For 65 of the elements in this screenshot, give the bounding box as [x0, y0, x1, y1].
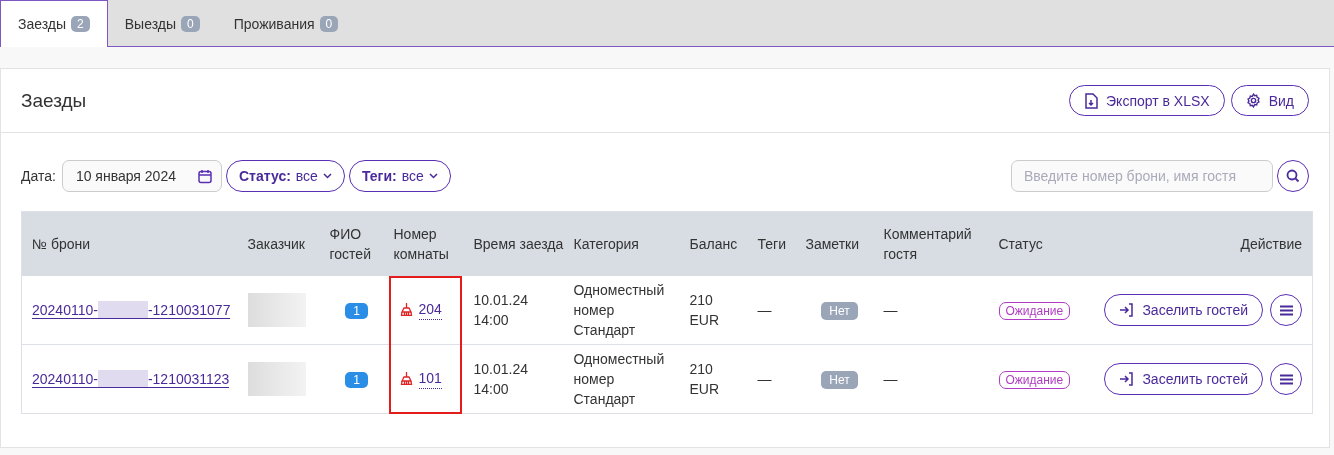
redacted-block — [97, 370, 148, 387]
column-header: Комментарий гостя — [883, 226, 972, 262]
column-header: Заказчик — [247, 236, 305, 252]
tab[interactable]: Выезды 0 — [107, 0, 217, 47]
count-badge: 0 — [181, 15, 200, 32]
notes-badge: Нет — [821, 301, 858, 320]
blurred-block — [247, 293, 306, 327]
column-header: ФИО гостей — [329, 226, 371, 262]
status-tag: Ожидание — [998, 301, 1071, 320]
balance-text: 210 EUR — [689, 360, 721, 399]
notes-badge: Нет — [821, 370, 858, 389]
view-button[interactable]: Вид — [1230, 85, 1309, 116]
status-tag: Ожидание — [998, 370, 1071, 389]
checkin-time: 10.01.24 14:00 — [473, 292, 528, 328]
menu-icon — [1279, 304, 1293, 316]
column-header: Статус — [998, 236, 1043, 252]
filter-dropdown[interactable]: Теги: все — [348, 160, 451, 192]
count-badge: 2 — [71, 16, 90, 32]
column-header: Теги — [757, 236, 786, 252]
column-header: Время заезда — [473, 236, 564, 252]
room-link[interactable]: 204 — [418, 298, 442, 320]
tab[interactable]: Заезды 2 — [0, 0, 108, 47]
menu-button[interactable] — [1270, 294, 1302, 326]
filter-dropdown[interactable]: Статус: все — [226, 160, 345, 192]
blurred-block — [247, 362, 306, 396]
tab[interactable]: Проживания 0 — [216, 0, 356, 47]
sign-in-icon — [1119, 303, 1135, 317]
panel-title: Заезды — [21, 89, 87, 112]
date-label: Дата: — [21, 168, 56, 184]
menu-button[interactable] — [1270, 363, 1302, 395]
sign-in-icon — [1119, 372, 1135, 386]
column-header: Номер комнаты — [393, 226, 449, 262]
booking-link[interactable]: 20240110- -1210031123 — [32, 371, 230, 388]
check-in-button[interactable]: Заселить гостей — [1104, 294, 1263, 326]
menu-icon — [1279, 373, 1293, 385]
column-header: № брони — [32, 236, 91, 252]
settings-icon — [1245, 93, 1261, 108]
redacted-block — [97, 301, 148, 318]
count-badge: 0 — [319, 15, 339, 32]
export-button[interactable]: Экспорт в XLSX — [1069, 85, 1225, 116]
search-icon — [1286, 169, 1300, 183]
file-download-icon — [1084, 92, 1099, 109]
column-header: Действие — [1240, 236, 1302, 252]
tags-text: — — [757, 371, 772, 387]
date-field[interactable]: 10 января 2024 — [61, 160, 222, 192]
balance-text: 210 EUR — [689, 291, 721, 330]
column-header: Категория — [573, 236, 639, 252]
tags-text: — — [757, 302, 772, 318]
calendar-icon — [198, 168, 212, 184]
comment-text: — — [883, 302, 898, 318]
search-button[interactable] — [1277, 160, 1309, 192]
room-link[interactable]: 101 — [418, 367, 442, 389]
guest-count-badge: 1 — [345, 302, 368, 319]
guest-count-badge: 1 — [345, 371, 368, 388]
column-header: Заметки — [805, 236, 860, 252]
comment-text: — — [883, 371, 898, 387]
column-header: Баланс — [689, 236, 738, 252]
category-text: Одноместный номер Стандарт — [573, 282, 665, 338]
search-field[interactable]: Введите номер брони, имя гостя — [1011, 160, 1273, 192]
booking-link[interactable]: 20240110- -1210031077 — [32, 302, 231, 319]
chevron-down-icon — [322, 173, 332, 179]
category-text: Одноместный номер Стандарт — [573, 351, 665, 407]
chevron-down-icon — [428, 173, 438, 179]
checkin-time: 10.01.24 14:00 — [473, 361, 528, 397]
check-in-button[interactable]: Заселить гостей — [1104, 363, 1263, 395]
